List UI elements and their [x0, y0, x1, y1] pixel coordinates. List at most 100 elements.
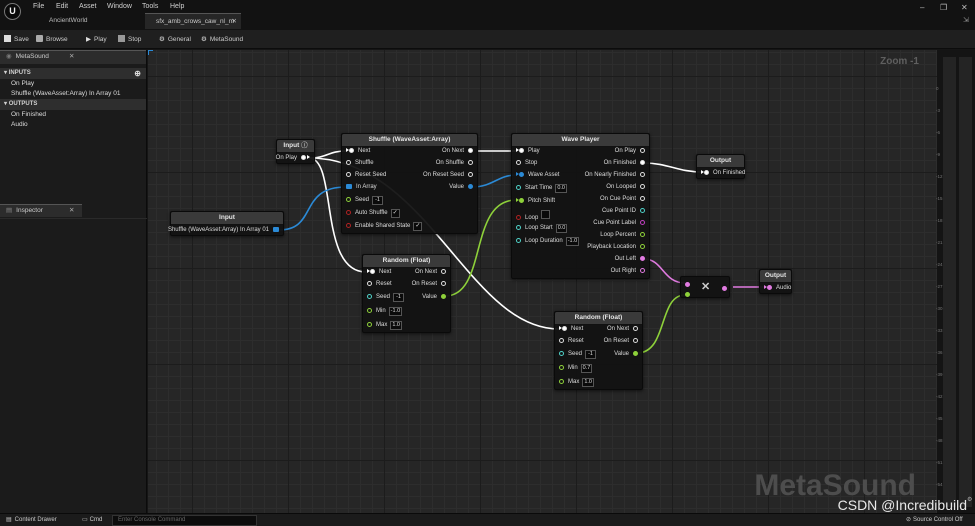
pin-on-next[interactable]: On Next: [442, 147, 473, 156]
pin-seed[interactable]: Seed -1: [559, 350, 597, 359]
pin-on-finished[interactable]: On Finished: [604, 159, 645, 168]
random-float-node-1[interactable]: Random (Float) Next Reset Seed -1 Min -1.0…: [362, 254, 451, 333]
pin-on-finished[interactable]: On Finished: [701, 169, 745, 178]
pin-loop-percent[interactable]: Loop Percent: [600, 231, 645, 240]
content-drawer-button[interactable]: ▤ Content Drawer: [6, 515, 57, 526]
pin-value[interactable]: Value: [449, 183, 473, 192]
pin-on-looped[interactable]: On Looped: [606, 183, 645, 192]
pin-on-shuffle[interactable]: On Shuffle: [436, 159, 473, 168]
pin-enable-shared-state[interactable]: Enable Shared State ✓: [346, 222, 423, 231]
pin-out-right[interactable]: Out Right: [611, 267, 645, 276]
stop-button[interactable]: Stop: [118, 33, 141, 46]
pin-loop-start[interactable]: Loop Start 0.0: [516, 224, 568, 233]
output-node-finished[interactable]: Output On Finished: [696, 154, 745, 179]
inputs-section-header[interactable]: ▾ INPUTS ⊕: [0, 68, 146, 79]
pin-play[interactable]: Play: [516, 147, 540, 156]
pin-loop-duration[interactable]: Loop Duration -1.0: [516, 237, 580, 246]
maximize-icon[interactable]: ❐: [940, 3, 947, 12]
pin-max[interactable]: Max 1.0: [559, 378, 594, 387]
shuffle-node[interactable]: Shuffle (WaveAsset:Array) Next Shuffle R…: [341, 133, 478, 234]
save-button[interactable]: Save: [4, 33, 29, 46]
pin-on-reset-seed[interactable]: On Reset Seed: [423, 171, 473, 180]
pin-wave-asset[interactable]: Wave Asset: [516, 171, 559, 180]
auto-shuffle-checkbox[interactable]: ✓: [390, 209, 400, 218]
float-pin-icon[interactable]: [685, 292, 690, 297]
metasound-settings-button[interactable]: ⚙ MetaSound: [201, 33, 243, 46]
audio-pin-icon[interactable]: [722, 286, 727, 291]
pin-auto-shuffle[interactable]: Auto Shuffle ✓: [346, 209, 400, 218]
pin-next[interactable]: Next: [346, 147, 370, 156]
pin-next[interactable]: Next: [367, 268, 391, 277]
pin-in-array[interactable]: In Array: [346, 183, 377, 192]
pin-max[interactable]: Max 1.0: [367, 321, 402, 330]
tab-metasound[interactable]: ◉ MetaSound ✕: [0, 50, 146, 64]
pin-reset-seed[interactable]: Reset Seed: [346, 171, 386, 180]
pin-cue-point-label[interactable]: Cue Point Label: [593, 219, 645, 228]
tab-inspector[interactable]: ▤ Inspector ✕: [0, 204, 82, 217]
pin-on-next[interactable]: On Next: [415, 268, 446, 277]
seed-field[interactable]: -1: [585, 350, 597, 359]
pin-on-play[interactable]: On Play: [276, 154, 310, 163]
pin-value[interactable]: Value: [422, 293, 446, 302]
pin-out-left[interactable]: Out Left: [615, 255, 645, 264]
audio-pin-icon[interactable]: [685, 282, 690, 287]
outputs-section-header[interactable]: ▾ OUTPUTS: [0, 99, 146, 110]
pin-playback-location[interactable]: Playback Location: [587, 243, 645, 252]
input-item[interactable]: On Play: [0, 79, 146, 89]
menu-file[interactable]: File: [33, 3, 44, 10]
seed-value-field[interactable]: -1: [372, 196, 384, 205]
pin-icon[interactable]: ⇲: [963, 16, 969, 24]
document-tab[interactable]: sfx_amb_crows_caw_nl_m ✕: [145, 13, 241, 29]
close-tab-icon[interactable]: ✕: [69, 51, 74, 63]
output-item[interactable]: On Finished: [0, 110, 146, 120]
start-time-field[interactable]: 0.0: [555, 184, 567, 193]
close-tab-icon[interactable]: ✕: [232, 14, 237, 29]
menu-window[interactable]: Window: [107, 3, 132, 10]
pin-loop[interactable]: Loop: [516, 210, 551, 221]
pin-reset[interactable]: Reset: [559, 337, 584, 346]
meter-settings-icon[interactable]: ⚙: [967, 496, 972, 503]
random-float-node-2[interactable]: Random (Float) Next Reset Seed -1 Min 0.7 …: [554, 311, 643, 390]
pin-on-reset[interactable]: On Reset: [604, 337, 638, 346]
pin-cue-point-id[interactable]: Cue Point ID: [602, 207, 645, 216]
max-field[interactable]: 1.0: [390, 321, 402, 330]
pin-array[interactable]: Shuffle (WaveAsset:Array) In Array 01: [168, 226, 279, 235]
pin-on-reset[interactable]: On Reset: [412, 280, 446, 289]
menu-help[interactable]: Help: [170, 3, 184, 10]
pin-on-next[interactable]: On Next: [607, 325, 638, 334]
pin-pitch-shift[interactable]: Pitch Shift: [516, 197, 555, 206]
pin-seed[interactable]: Seed -1: [346, 196, 384, 205]
pin-on-nearly-finished[interactable]: On Nearly Finished: [585, 171, 645, 180]
shared-state-checkbox[interactable]: ✓: [413, 222, 423, 231]
menu-asset[interactable]: Asset: [79, 3, 97, 10]
wave-player-node[interactable]: Wave Player Play Stop Wave Asset Start T…: [511, 133, 650, 279]
source-control-button[interactable]: ⊘ Source Control Off: [906, 515, 963, 526]
input-node-array[interactable]: Input Shuffle (WaveAsset:Array) In Array…: [168, 211, 284, 236]
pin-min[interactable]: Min -1.0: [367, 307, 403, 316]
loop-duration-field[interactable]: -1.0: [565, 237, 580, 246]
input-node-play[interactable]: Input ⓘ On Play: [276, 139, 315, 164]
add-input-icon[interactable]: ⊕: [134, 68, 141, 79]
menu-tools[interactable]: Tools: [142, 3, 158, 10]
loop-checkbox[interactable]: [541, 210, 551, 219]
graph-canvas[interactable]: Zoom -1 MetaSound Input ⓘ On Play Input …: [148, 50, 937, 513]
min-field[interactable]: -1.0: [388, 307, 403, 316]
pin-min[interactable]: Min 0.7: [559, 364, 593, 373]
cmd-button[interactable]: ▭ Cmd: [82, 515, 102, 526]
pin-on-cue-point[interactable]: On Cue Point: [600, 195, 645, 204]
pin-stop[interactable]: Stop: [516, 159, 537, 168]
minimize-icon[interactable]: –: [920, 3, 924, 12]
loop-start-field[interactable]: 0.0: [555, 224, 568, 233]
pin-value[interactable]: Value: [614, 350, 638, 359]
pin-seed[interactable]: Seed -1: [367, 293, 405, 302]
pin-next[interactable]: Next: [559, 325, 583, 334]
output-item[interactable]: Audio: [0, 120, 146, 130]
input-item[interactable]: Shuffle (WaveAsset:Array) In Array 01: [0, 89, 146, 99]
close-window-icon[interactable]: ✕: [961, 3, 968, 12]
max-field[interactable]: 1.0: [582, 378, 594, 387]
output-node-audio[interactable]: Output Audio: [759, 269, 792, 294]
multiply-node[interactable]: ✕: [680, 276, 730, 298]
pin-audio[interactable]: Audio: [764, 284, 791, 293]
play-button[interactable]: ▶ Play: [86, 33, 107, 46]
pin-reset[interactable]: Reset: [367, 280, 392, 289]
